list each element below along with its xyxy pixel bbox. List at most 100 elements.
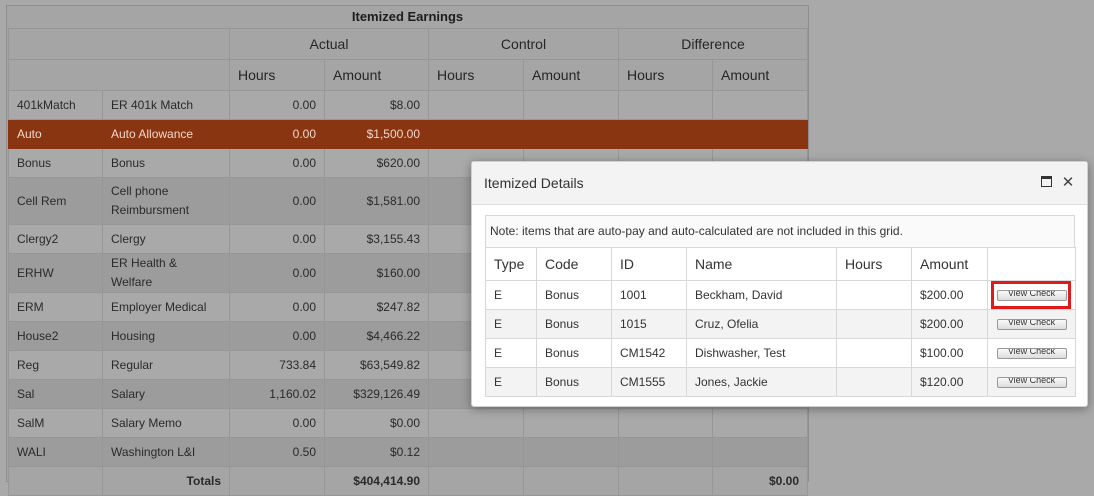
cell-code: Bonus bbox=[536, 367, 612, 397]
cell-code: Bonus bbox=[536, 309, 612, 339]
cell-code: Sal bbox=[8, 379, 103, 409]
cell-hours: 1,160.02 bbox=[229, 379, 325, 409]
cell-empty bbox=[428, 466, 524, 496]
cell-empty bbox=[712, 437, 808, 467]
blank-subheader bbox=[8, 59, 230, 91]
cell-amount: $8.00 bbox=[324, 90, 429, 120]
cell-desc: Salary Memo bbox=[102, 408, 230, 438]
view-check-button[interactable]: View Check bbox=[996, 348, 1067, 360]
dialog-title: Itemized Details bbox=[484, 175, 584, 191]
cell-empty bbox=[618, 408, 713, 438]
view-check-button[interactable]: View Check bbox=[996, 290, 1067, 302]
cell-hours: 0.50 bbox=[229, 437, 325, 467]
cell-empty bbox=[428, 119, 524, 149]
group-header-control: Control bbox=[428, 28, 619, 60]
cell-code: Bonus bbox=[8, 148, 103, 178]
cell-type: E bbox=[485, 338, 537, 368]
cell-empty bbox=[8, 466, 103, 496]
cell-type: E bbox=[485, 280, 537, 310]
cell-empty bbox=[712, 90, 808, 120]
blank-header bbox=[8, 28, 230, 60]
cell-code: Bonus bbox=[536, 338, 612, 368]
cell-hours: 0.00 bbox=[229, 148, 325, 178]
cell-empty bbox=[618, 119, 713, 149]
table-row: E Bonus CM1542 Dishwasher, Test $100.00 View … bbox=[485, 338, 1076, 368]
col-header-actual-amount[interactable]: Amount bbox=[324, 59, 429, 91]
table-row[interactable]: WALI Washington L&I 0.50 $0.12 bbox=[8, 437, 808, 467]
cell-id: 1015 bbox=[611, 309, 687, 339]
col-header-control-amount[interactable]: Amount bbox=[523, 59, 619, 91]
cell-code: Reg bbox=[8, 350, 103, 380]
col-header-code[interactable]: Code bbox=[536, 247, 612, 281]
col-header-name[interactable]: Name bbox=[686, 247, 837, 281]
cell-desc: ER 401k Match bbox=[102, 90, 230, 120]
cell-action: View Check bbox=[987, 338, 1076, 368]
cell-amount: $329,126.49 bbox=[324, 379, 429, 409]
cell-code: House2 bbox=[8, 321, 103, 351]
col-header-difference-hours[interactable]: Hours bbox=[618, 59, 713, 91]
view-check-button[interactable]: View Check bbox=[996, 377, 1067, 389]
cell-amount: $3,155.43 bbox=[324, 224, 429, 254]
cell-empty bbox=[523, 437, 619, 467]
cell-hours: 0.00 bbox=[229, 119, 325, 149]
cell-desc: Clergy bbox=[102, 224, 230, 254]
col-header-control-hours[interactable]: Hours bbox=[428, 59, 524, 91]
cell-desc: Employer Medical bbox=[102, 292, 230, 322]
cell-hours bbox=[836, 338, 912, 368]
cell-empty bbox=[428, 408, 524, 438]
table-row[interactable]: SalM Salary Memo 0.00 $0.00 bbox=[8, 408, 808, 438]
cell-empty bbox=[523, 466, 619, 496]
cell-amount: $160.00 bbox=[324, 253, 429, 293]
cell-code: SalM bbox=[8, 408, 103, 438]
cell-code: ERHW bbox=[8, 253, 103, 293]
col-header-difference-amount[interactable]: Amount bbox=[712, 59, 808, 91]
cell-action: View Check bbox=[987, 309, 1076, 339]
cell-code: Clergy2 bbox=[8, 224, 103, 254]
cell-empty bbox=[523, 90, 619, 120]
cell-amount: $0.12 bbox=[324, 437, 429, 467]
cell-hours: 0.00 bbox=[229, 408, 325, 438]
cell-empty bbox=[428, 90, 524, 120]
cell-hours: 0.00 bbox=[229, 253, 325, 293]
table-row[interactable]: Auto Auto Allowance 0.00 $1,500.00 bbox=[8, 119, 808, 149]
cell-desc: Cell phone Reimbursment bbox=[102, 177, 230, 225]
view-check-button[interactable]: View Check bbox=[996, 319, 1067, 331]
cell-desc: Housing bbox=[102, 321, 230, 351]
cell-amount: $100.00 bbox=[911, 338, 988, 368]
cell-empty bbox=[523, 119, 619, 149]
cell-desc: Bonus bbox=[102, 148, 230, 178]
cell-action: View Check bbox=[987, 367, 1076, 397]
maximize-icon[interactable] bbox=[1037, 162, 1055, 204]
totals-actual-amount: $404,414.90 bbox=[324, 466, 429, 496]
cell-amount: $63,549.82 bbox=[324, 350, 429, 380]
col-header-actions bbox=[987, 247, 1076, 281]
col-header-actual-hours[interactable]: Hours bbox=[229, 59, 325, 91]
cell-hours: 0.00 bbox=[229, 321, 325, 351]
cell-amount: $120.00 bbox=[911, 367, 988, 397]
cell-amount: $0.00 bbox=[324, 408, 429, 438]
table-row: E Bonus 1015 Cruz, Ofelia $200.00 View Check bbox=[485, 309, 1076, 339]
cell-hours: 0.00 bbox=[229, 292, 325, 322]
col-header-hours[interactable]: Hours bbox=[836, 247, 912, 281]
cell-desc: Auto Allowance bbox=[102, 119, 230, 149]
cell-empty bbox=[618, 466, 713, 496]
cell-hours: 733.84 bbox=[229, 350, 325, 380]
cell-empty bbox=[428, 437, 524, 467]
cell-desc: Salary bbox=[102, 379, 230, 409]
col-header-id[interactable]: ID bbox=[611, 247, 687, 281]
cell-code: WALI bbox=[8, 437, 103, 467]
cell-hours: 0.00 bbox=[229, 224, 325, 254]
cell-name: Beckham, David bbox=[686, 280, 837, 310]
cell-code: Bonus bbox=[536, 280, 612, 310]
cell-id: CM1555 bbox=[611, 367, 687, 397]
cell-hours bbox=[836, 367, 912, 397]
cell-amount: $200.00 bbox=[911, 309, 988, 339]
cell-amount: $1,581.00 bbox=[324, 177, 429, 225]
close-icon[interactable]: ✕ bbox=[1059, 162, 1077, 204]
totals-label: Totals bbox=[102, 466, 230, 496]
col-header-type[interactable]: Type bbox=[485, 247, 537, 281]
table-row[interactable]: 401kMatch ER 401k Match 0.00 $8.00 bbox=[8, 90, 808, 120]
group-header-difference: Difference bbox=[618, 28, 808, 60]
col-header-amount[interactable]: Amount bbox=[911, 247, 988, 281]
cell-amount: $1,500.00 bbox=[324, 119, 429, 149]
